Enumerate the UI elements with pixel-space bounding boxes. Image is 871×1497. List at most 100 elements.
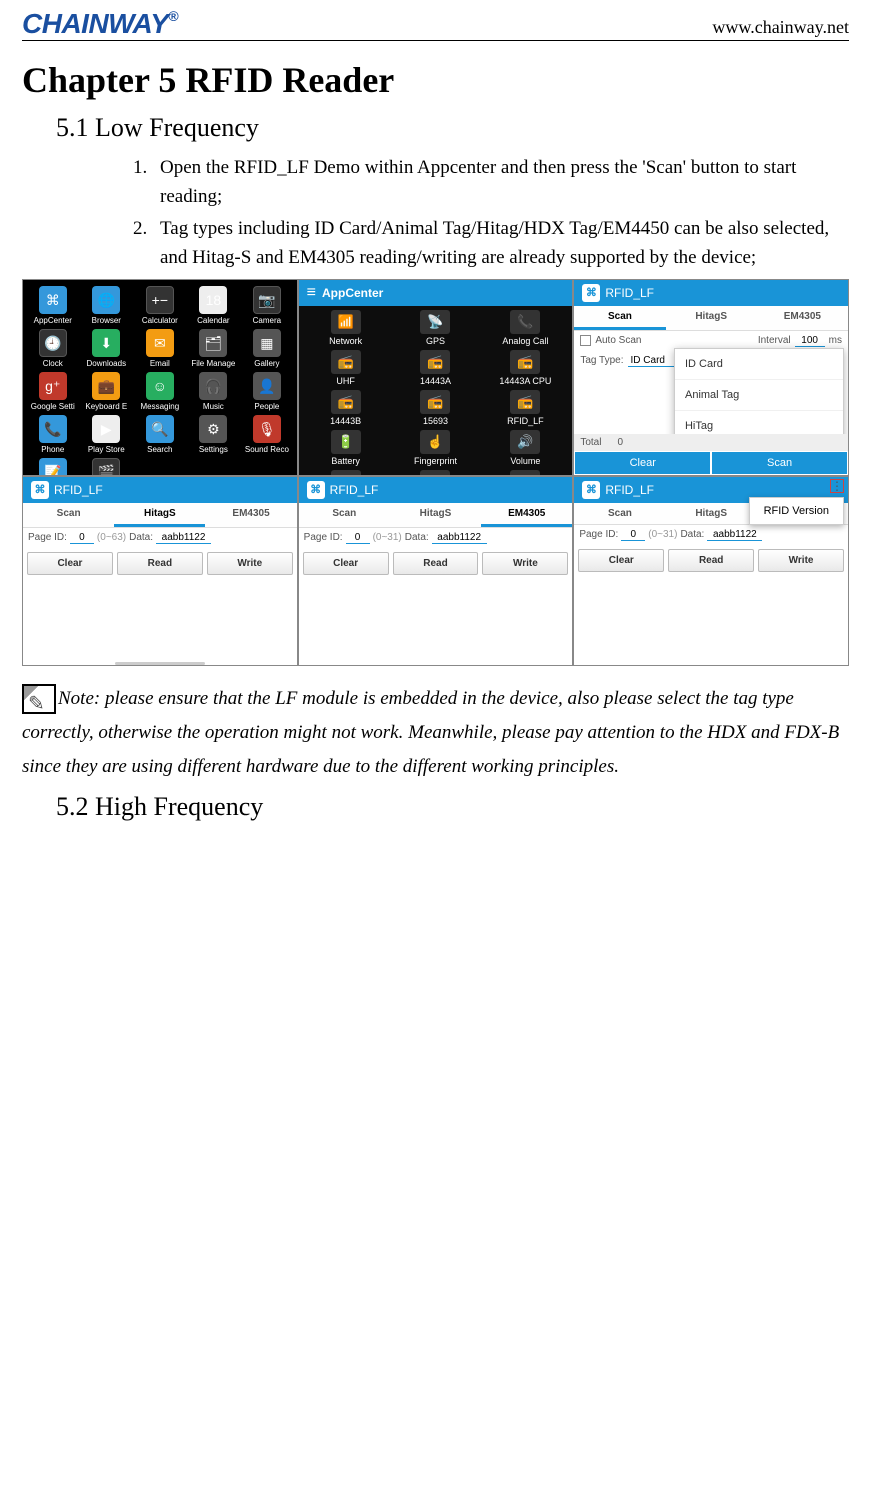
tab-hitags[interactable]: HitagS [390, 503, 481, 527]
appcenter-item-uhf[interactable]: 📻UHF [301, 348, 391, 388]
tab-em4305[interactable]: EM4305 [481, 503, 572, 527]
section-5-2-title: 5.2 High Frequency [56, 792, 849, 822]
tab-scan[interactable]: Scan [574, 503, 665, 524]
read-button[interactable]: Read [393, 552, 479, 575]
app-todo[interactable]: 📝ToDo [27, 458, 79, 476]
tab-hitags[interactable]: HitagS [666, 503, 757, 524]
app-browser[interactable]: 🌐Browser [81, 286, 133, 325]
read-button[interactable]: Read [668, 549, 754, 572]
app-sound-reco[interactable]: 🎙Sound Reco [241, 415, 293, 454]
interval-input[interactable]: 100 [795, 335, 825, 347]
app-messaging[interactable]: ☺Messaging [134, 372, 186, 411]
app-appcenter[interactable]: ⌘AppCenter [27, 286, 79, 325]
appcenter-item-14443b[interactable]: 📻14443B [301, 388, 391, 428]
tab-em4305[interactable]: EM4305 [757, 306, 848, 330]
screenshot-rfid-scan: ⌘ RFID_LF Scan HitagS EM4305 Auto Scan I… [573, 279, 849, 476]
appcenter-item-rfid_lf[interactable]: 📻RFID_LF [480, 388, 570, 428]
app-gallery[interactable]: ▦Gallery [241, 329, 293, 368]
note-icon [22, 684, 56, 714]
app-keyboard-e[interactable]: 💼Keyboard E [81, 372, 133, 411]
read-button[interactable]: Read [117, 552, 203, 575]
page-id-input[interactable]: 0 [346, 532, 370, 544]
appcenter-item-beidou[interactable]: ▲Beidou [391, 468, 481, 476]
app-videos[interactable]: 🎬Videos [81, 458, 133, 476]
data-label: Data: [405, 532, 429, 543]
interval-label: Interval [758, 335, 791, 346]
dropdown-item[interactable]: Animal Tag [675, 380, 843, 411]
app-settings[interactable]: ⚙Settings [188, 415, 240, 454]
clear-button[interactable]: Clear [574, 451, 711, 475]
tab-em4305[interactable]: EM4305 [205, 503, 296, 527]
steps-list: Open the RFID_LF Demo within Appcenter a… [132, 153, 849, 273]
appcenter-item-14443a-cpu[interactable]: 📻14443A CPU [480, 348, 570, 388]
app-camera[interactable]: 📷Camera [241, 286, 293, 325]
tab-hitags[interactable]: HitagS [114, 503, 205, 527]
data-input[interactable]: aabb1122 [432, 532, 487, 544]
clear-button[interactable]: Clear [27, 552, 113, 575]
app-calculator[interactable]: +−Calculator [134, 286, 186, 325]
app-music[interactable]: 🎧Music [188, 372, 240, 411]
step-item: Tag types including ID Card/Animal Tag/H… [152, 214, 849, 273]
write-button[interactable]: Write [758, 549, 844, 572]
data-input[interactable]: aabb1122 [156, 532, 211, 544]
interval-unit: ms [829, 335, 842, 346]
section-5-1-title: 5.1 Low Frequency [56, 113, 849, 143]
page-range: (0~31) [648, 529, 677, 540]
scan-button[interactable]: Scan [711, 451, 848, 475]
screenshot-hitags: ⌘RFID_LF Scan HitagS EM4305 Page ID: 0 (… [22, 476, 298, 666]
app-play-store[interactable]: ▶Play Store [81, 415, 133, 454]
app-email[interactable]: ✉Email [134, 329, 186, 368]
appcenter-item-sensor[interactable]: 〰Sensor [301, 468, 391, 476]
rfid-title: RFID_LF [330, 483, 379, 497]
app-search[interactable]: 🔍Search [134, 415, 186, 454]
total-label: Total [580, 437, 601, 448]
tab-scan[interactable]: Scan [574, 306, 665, 330]
tab-scan[interactable]: Scan [23, 503, 114, 527]
header-url: www.chainway.net [712, 17, 849, 40]
app-google-setti[interactable]: g⁺Google Setti [27, 372, 79, 411]
tab-hitags[interactable]: HitagS [666, 306, 757, 330]
app-phone[interactable]: 📞Phone [27, 415, 79, 454]
app-calendar[interactable]: 18Calendar [188, 286, 240, 325]
screenshot-appcenter: ≡ AppCenter 📶Network📡GPS📞Analog Call 📻UHF… [298, 279, 574, 476]
write-button[interactable]: Write [482, 552, 568, 575]
appcenter-title: AppCenter [322, 286, 383, 300]
menu-icon[interactable]: ≡ [307, 284, 316, 302]
data-input[interactable]: aabb1122 [707, 529, 762, 541]
page-id-label: Page ID: [579, 529, 618, 540]
overflow-menu-icon[interactable]: ⋮ [830, 479, 844, 493]
screenshot-row-1: ⌘AppCenter🌐Browser+−Calculator18Calendar… [22, 279, 849, 476]
app-file-manage[interactable]: 🗂File Manage [188, 329, 240, 368]
appcenter-item-gps[interactable]: 📡GPS [391, 308, 481, 348]
page-id-input[interactable]: 0 [70, 532, 94, 544]
appcenter-item-14443a[interactable]: 📻14443A [391, 348, 481, 388]
page-id-label: Page ID: [304, 532, 343, 543]
app-clock[interactable]: 🕘Clock [27, 329, 79, 368]
tab-scan[interactable]: Scan [299, 503, 390, 527]
rfid-title: RFID_LF [605, 483, 654, 497]
screenshot-rfid-version: ⌘RFID_LF ⋮ RFID Version Scan HitagS EM43… [573, 476, 849, 666]
appcenter-item-psam[interactable]: ⌧PSAM [480, 468, 570, 476]
appcenter-item-15693[interactable]: 📻15693 [391, 388, 481, 428]
rfid-icon: ⌘ [31, 481, 49, 499]
appcenter-item-fingerprint[interactable]: ☝Fingerprint [391, 428, 481, 468]
clear-button[interactable]: Clear [303, 552, 389, 575]
screenshot-row-2: ⌘ RFID_LF Scan HitagS EM4305 Page ID: 0 (… [22, 476, 849, 666]
appcenter-item-volume[interactable]: 🔊Volume [480, 428, 570, 468]
write-button[interactable]: Write [207, 552, 293, 575]
rfid-version-menu[interactable]: RFID Version [749, 497, 844, 525]
dropdown-item[interactable]: ID Card [675, 349, 843, 380]
app-downloads[interactable]: ⬇Downloads [81, 329, 133, 368]
clear-button[interactable]: Clear [578, 549, 664, 572]
appcenter-item-network[interactable]: 📶Network [301, 308, 391, 348]
page-id-input[interactable]: 0 [621, 529, 645, 541]
auto-scan-checkbox[interactable] [580, 335, 591, 346]
rfid-icon: ⌘ [582, 284, 600, 302]
appcenter-item-analog-call[interactable]: 📞Analog Call [480, 308, 570, 348]
appcenter-header: ≡ AppCenter [299, 280, 573, 306]
appcenter-item-battery[interactable]: 🔋Battery [301, 428, 391, 468]
app-people[interactable]: 👤People [241, 372, 293, 411]
rfid-icon: ⌘ [582, 481, 600, 499]
screenshot-em4305: ⌘RFID_LF Scan HitagS EM4305 Page ID: 0 (… [298, 476, 574, 666]
note-text: Note: please ensure that the LF module i… [22, 688, 839, 777]
